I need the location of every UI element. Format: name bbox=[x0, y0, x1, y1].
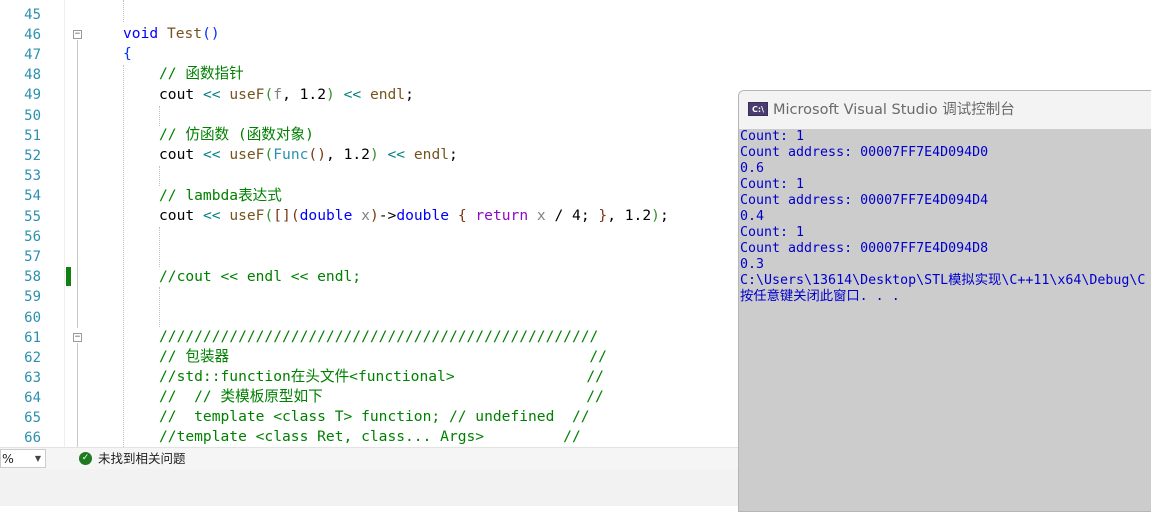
line-number: 55 bbox=[24, 209, 41, 225]
console-line: 0.6 bbox=[740, 161, 765, 176]
code-comment: //std::function在头文件<functional> // bbox=[159, 368, 604, 385]
console-line: Count address: 00007FF7E4D094D8 bbox=[740, 241, 989, 256]
chevron-down-icon: ▼ bbox=[34, 454, 41, 463]
collapse-toggle-icon[interactable]: − bbox=[73, 30, 82, 39]
line-number: 63 bbox=[24, 370, 41, 386]
gutter-separator bbox=[64, 0, 65, 447]
line-number: 66 bbox=[24, 430, 41, 446]
code-line: cout << useF([](double x)->double { retu… bbox=[159, 207, 669, 224]
line-number: 61 bbox=[24, 330, 41, 346]
code-line: cout << useF(Func(), 1.2) << endl; bbox=[159, 146, 458, 163]
code-comment: // 仿函数 (函数对象) bbox=[159, 126, 314, 143]
zoom-dropdown[interactable]: % ▼ bbox=[0, 449, 46, 468]
line-number: 50 bbox=[24, 108, 41, 124]
console-line: 按任意键关闭此窗口. . . bbox=[740, 289, 900, 304]
console-line: Count: 1 bbox=[740, 129, 805, 144]
code-comment: // template <class T> function; // undef… bbox=[159, 408, 590, 425]
indent-guide bbox=[123, 65, 124, 447]
line-number: 46 bbox=[24, 27, 41, 43]
console-line: C:\Users\13614\Desktop\STL模拟实现\C++11\x64… bbox=[740, 273, 1146, 288]
line-number: 58 bbox=[24, 269, 41, 285]
code-line: cout << useF(f, 1.2) << endl; bbox=[159, 86, 414, 103]
line-number: 54 bbox=[24, 188, 41, 204]
console-line: Count: 1 bbox=[740, 225, 805, 240]
console-line: 0.3 bbox=[740, 257, 765, 272]
console-app-icon: C:\ bbox=[748, 102, 768, 116]
line-number-gutter: 45 46 47 48 49 50 51 52 53 54 55 56 57 5… bbox=[0, 0, 64, 447]
collapse-toggle-icon[interactable]: − bbox=[73, 333, 82, 342]
console-line: Count address: 00007FF7E4D094D0 bbox=[740, 145, 989, 160]
code-comment: // lambda表达式 bbox=[159, 187, 282, 204]
line-number: 62 bbox=[24, 350, 41, 366]
console-line: Count address: 00007FF7E4D094D4 bbox=[740, 193, 989, 208]
line-number: 53 bbox=[24, 168, 41, 184]
line-number: 49 bbox=[24, 87, 41, 103]
console-title-bar[interactable]: C:\ Microsoft Visual Studio 调试控制台 bbox=[739, 91, 1151, 129]
code-comment: ////////////////////////////////////////… bbox=[159, 328, 599, 345]
issues-status-text[interactable]: 未找到相关问题 bbox=[98, 451, 186, 467]
outline-line bbox=[77, 343, 78, 447]
code-comment: // 包装器 // bbox=[159, 348, 607, 365]
check-circle-icon[interactable]: ✓ bbox=[79, 452, 92, 465]
indent-guide bbox=[159, 106, 160, 126]
console-line: Count: 1 bbox=[740, 177, 805, 192]
line-number: 59 bbox=[24, 289, 41, 305]
code-line: void Test() bbox=[123, 25, 220, 42]
change-indicator bbox=[66, 267, 71, 286]
zoom-value: % bbox=[2, 451, 14, 466]
line-number: 60 bbox=[24, 310, 41, 326]
outline-line bbox=[77, 40, 78, 328]
code-comment: //template <class Ret, class... Args> // bbox=[159, 428, 581, 445]
line-number: 48 bbox=[24, 67, 41, 83]
indent-guide bbox=[159, 166, 160, 186]
line-number: 45 bbox=[24, 7, 41, 23]
line-number: 47 bbox=[24, 47, 41, 63]
console-output[interactable]: Count: 1 Count address: 00007FF7E4D094D0… bbox=[739, 129, 1151, 511]
line-number: 57 bbox=[24, 249, 41, 265]
console-title: Microsoft Visual Studio 调试控制台 bbox=[773, 102, 1015, 118]
indent-guide bbox=[123, 0, 124, 22]
editor-status-bar: % ▼ ✓ 未找到相关问题 bbox=[0, 447, 738, 470]
debug-console-window[interactable]: C:\ Microsoft Visual Studio 调试控制台 Count:… bbox=[738, 90, 1151, 512]
line-number: 56 bbox=[24, 229, 41, 245]
indent-guide bbox=[159, 227, 160, 267]
line-number: 65 bbox=[24, 410, 41, 426]
line-number: 51 bbox=[24, 128, 41, 144]
code-comment: // // 类模板原型如下 // bbox=[159, 388, 604, 405]
indent-guide bbox=[159, 287, 160, 327]
line-number: 64 bbox=[24, 390, 41, 406]
bottom-panel bbox=[0, 469, 738, 506]
code-comment: //cout << endl << endl; bbox=[159, 268, 362, 285]
console-line: 0.4 bbox=[740, 209, 765, 224]
code-comment: // 函数指针 bbox=[159, 65, 244, 82]
code-line: { bbox=[123, 45, 132, 62]
line-number: 52 bbox=[24, 148, 41, 164]
